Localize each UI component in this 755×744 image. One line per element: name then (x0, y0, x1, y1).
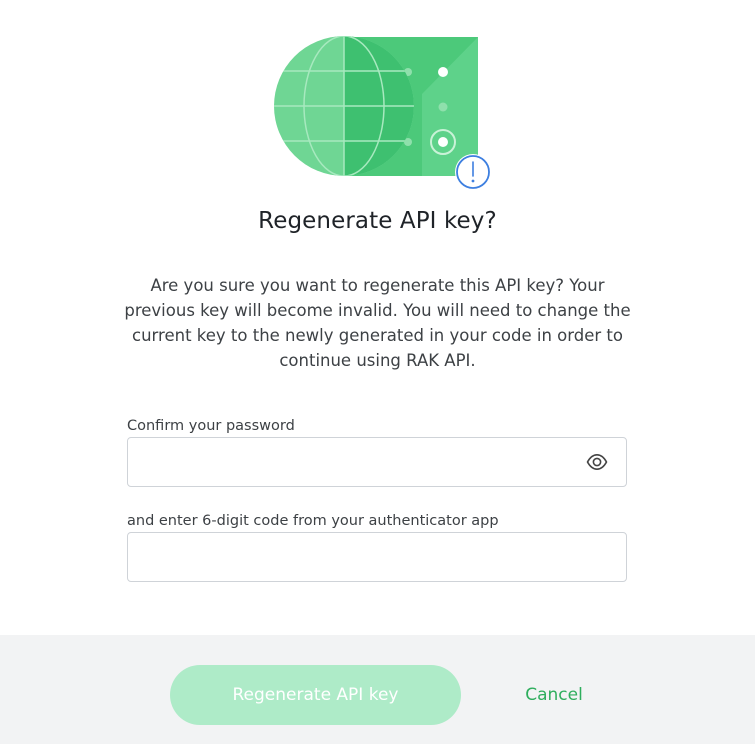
globe-warning-illustration (272, 36, 496, 192)
authenticator-code-label: and enter 6-digit code from your authent… (127, 513, 499, 529)
authenticator-code-input[interactable] (128, 533, 626, 581)
password-input[interactable] (128, 438, 626, 486)
authenticator-code-field-container (127, 532, 627, 582)
dialog-title: Regenerate API key? (258, 208, 497, 234)
dialog-footer: Regenerate API key Cancel (0, 635, 755, 744)
password-label: Confirm your password (127, 418, 295, 434)
regenerate-api-key-button[interactable]: Regenerate API key (170, 665, 461, 725)
dialog-description: Are you sure you want to regenerate this… (124, 276, 631, 370)
warning-badge-icon (455, 154, 491, 190)
cancel-button[interactable]: Cancel (508, 665, 600, 725)
globe-icon (274, 36, 491, 190)
eye-icon[interactable] (586, 453, 608, 471)
password-field-container (127, 437, 627, 487)
